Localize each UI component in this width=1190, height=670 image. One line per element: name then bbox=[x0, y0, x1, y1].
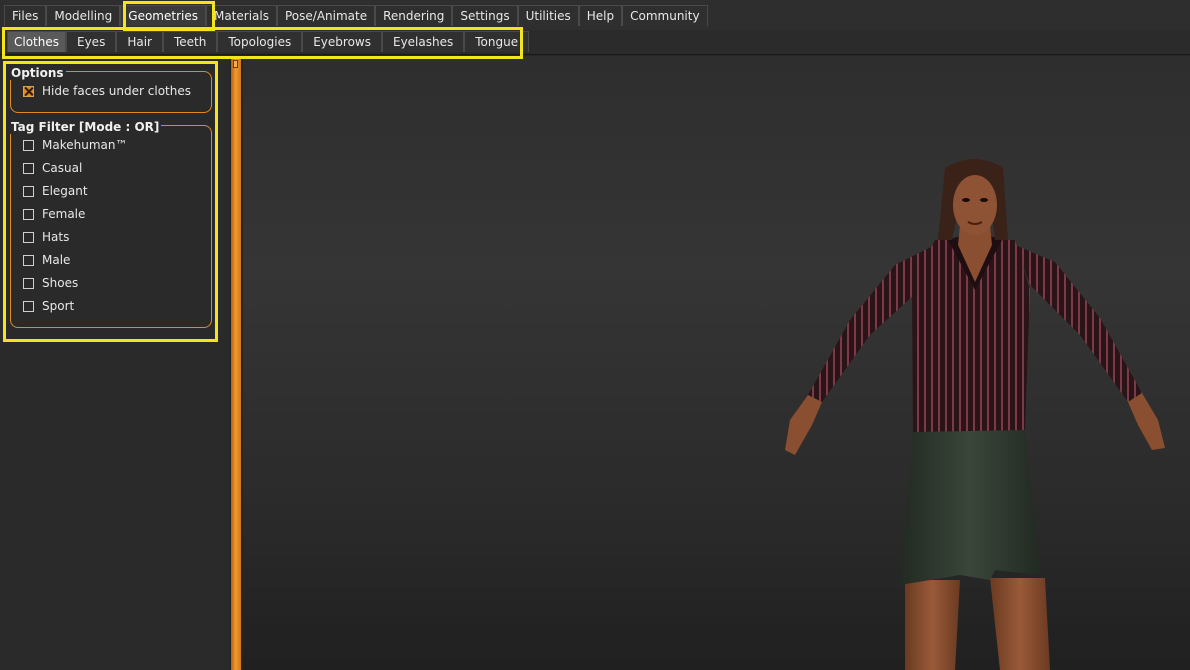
right-eye bbox=[980, 198, 988, 202]
tab-pose-animate[interactable]: Pose/Animate bbox=[276, 5, 376, 26]
tab-geometries[interactable]: Geometries bbox=[120, 5, 206, 26]
right-leg bbox=[990, 578, 1050, 670]
tag-label: Makehuman™ bbox=[42, 138, 128, 152]
options-title: Options bbox=[9, 66, 66, 80]
right-sleeve bbox=[1015, 245, 1142, 402]
tab-settings[interactable]: Settings bbox=[452, 5, 518, 26]
right-hand bbox=[1128, 393, 1165, 450]
checkbox-icon[interactable] bbox=[23, 277, 34, 289]
tag-sport-checkbox[interactable]: Sport bbox=[23, 297, 74, 315]
left-hand bbox=[785, 395, 822, 455]
left-panel: Options Hide faces under clothes Tag Fil… bbox=[0, 56, 229, 670]
skirt bbox=[900, 428, 1040, 585]
subtab-topologies[interactable]: Topologies bbox=[217, 31, 303, 52]
checkbox-icon[interactable] bbox=[23, 254, 34, 266]
subtab-tongue[interactable]: Tongue bbox=[464, 31, 530, 52]
left-eye bbox=[962, 198, 970, 202]
checkbox-icon[interactable] bbox=[23, 300, 34, 312]
main-tab-bar: Files Modelling Geometries Materials Pos… bbox=[0, 0, 1190, 30]
checkbox-icon[interactable] bbox=[23, 162, 34, 174]
tab-modelling[interactable]: Modelling bbox=[46, 5, 121, 26]
tag-female-checkbox[interactable]: Female bbox=[23, 205, 85, 223]
subtab-eyelashes[interactable]: Eyelashes bbox=[381, 31, 465, 52]
x-mark-icon[interactable] bbox=[23, 85, 34, 97]
tag-label: Male bbox=[42, 253, 71, 267]
tab-files[interactable]: Files bbox=[4, 5, 47, 26]
tab-rendering[interactable]: Rendering bbox=[375, 5, 453, 26]
tag-filter-title: Tag Filter [Mode : OR] bbox=[9, 120, 162, 134]
tab-community[interactable]: Community bbox=[622, 5, 708, 26]
tab-help[interactable]: Help bbox=[578, 5, 623, 26]
tag-male-checkbox[interactable]: Male bbox=[23, 251, 70, 269]
subtab-eyes[interactable]: Eyes bbox=[66, 31, 117, 52]
tag-casual-checkbox[interactable]: Casual bbox=[23, 159, 82, 177]
makehuman-window: Files Modelling Geometries Materials Pos… bbox=[0, 0, 1190, 670]
tab-materials[interactable]: Materials bbox=[205, 5, 277, 26]
subtab-clothes[interactable]: Clothes bbox=[7, 31, 66, 52]
3d-viewport[interactable] bbox=[243, 56, 1190, 670]
tag-label: Casual bbox=[42, 161, 83, 175]
tag-label: Hats bbox=[42, 230, 70, 244]
tag-elegant-checkbox[interactable]: Elegant bbox=[23, 182, 88, 200]
sub-tab-bar: Clothes Eyes Hair Teeth Topologies Eyebr… bbox=[0, 30, 1190, 55]
tag-label: Shoes bbox=[42, 276, 79, 290]
human-model bbox=[785, 159, 1165, 670]
splitter-grip-icon[interactable] bbox=[233, 60, 238, 68]
subtab-eyebrows[interactable]: Eyebrows bbox=[302, 31, 382, 52]
hide-faces-label: Hide faces under clothes bbox=[42, 84, 191, 98]
tag-label: Elegant bbox=[42, 184, 88, 198]
subtab-hair[interactable]: Hair bbox=[116, 31, 163, 52]
panel-splitter[interactable] bbox=[231, 56, 241, 670]
hide-faces-checkbox[interactable]: Hide faces under clothes bbox=[23, 82, 191, 100]
tag-makehuman-checkbox[interactable]: Makehuman™ bbox=[23, 136, 127, 154]
tag-hats-checkbox[interactable]: Hats bbox=[23, 228, 69, 246]
tag-label: Female bbox=[42, 207, 86, 221]
checkbox-icon[interactable] bbox=[23, 139, 34, 151]
left-leg bbox=[905, 580, 960, 670]
face bbox=[953, 175, 997, 235]
checkbox-icon[interactable] bbox=[23, 231, 34, 243]
checkbox-icon[interactable] bbox=[23, 208, 34, 220]
subtab-teeth[interactable]: Teeth bbox=[162, 31, 218, 52]
tab-utilities[interactable]: Utilities bbox=[517, 5, 579, 26]
tag-shoes-checkbox[interactable]: Shoes bbox=[23, 274, 78, 292]
tag-label: Sport bbox=[42, 299, 75, 313]
checkbox-icon[interactable] bbox=[23, 185, 34, 197]
